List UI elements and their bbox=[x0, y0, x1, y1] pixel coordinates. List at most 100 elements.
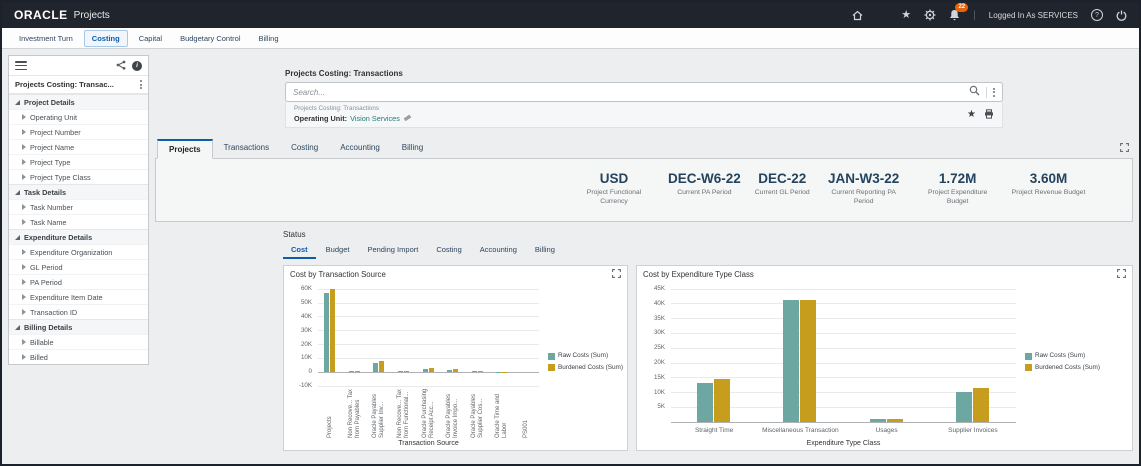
home-icon[interactable] bbox=[852, 10, 863, 21]
y-axis-tick-label: -10K bbox=[298, 382, 312, 390]
sidebar-section-expenditure-details[interactable]: Expenditure Details bbox=[9, 229, 148, 244]
sidebar-item-label: Expenditure Organization bbox=[30, 247, 113, 257]
search-icon[interactable] bbox=[969, 83, 980, 101]
section-expanded-icon bbox=[15, 99, 20, 105]
legend-swatch bbox=[1025, 352, 1032, 360]
navigator-menu-icon[interactable] bbox=[876, 11, 888, 20]
bar-burdened-costs-sum-straight-time[interactable] bbox=[714, 378, 731, 422]
tab-projects[interactable]: Projects bbox=[157, 139, 213, 159]
section-expanded-icon bbox=[15, 189, 20, 195]
chart-cost-by-expenditure-type-class: Cost by Expenditure Type Class 45K 40K 35K… bbox=[636, 264, 1133, 451]
bar-raw-costs-sum-non-recove-tax-from-payables[interactable] bbox=[348, 370, 354, 372]
bar-raw-costs-sum-supplier-invoices[interactable] bbox=[955, 392, 972, 422]
sidebar-section-project-details[interactable]: Project Details bbox=[9, 94, 148, 109]
y-axis-tick-label: 25K bbox=[653, 344, 665, 352]
favorite-search-star-icon[interactable]: ★ bbox=[967, 109, 976, 120]
nav-tab-budgetary-control[interactable]: Budgetary Control bbox=[173, 31, 247, 46]
bar-raw-costs-sum-oracle-payables-supplier-cos[interactable] bbox=[471, 370, 477, 372]
nav-tab-capital[interactable]: Capital bbox=[132, 31, 169, 46]
printer-icon[interactable] bbox=[984, 106, 994, 124]
clear-filter-icon[interactable] bbox=[403, 113, 412, 124]
sidebar-item-project-type-class[interactable]: Project Type Class bbox=[9, 169, 148, 184]
sidebar-item-project-type[interactable]: Project Type bbox=[9, 154, 148, 169]
nav-tab-investment-turn[interactable]: Investment Turn bbox=[12, 31, 80, 46]
expand-arrow-icon bbox=[22, 174, 26, 180]
bar-raw-costs-sum-usages[interactable] bbox=[869, 418, 886, 422]
expand-arrow-icon bbox=[22, 144, 26, 150]
chart-expand-icon[interactable] bbox=[612, 265, 621, 283]
sidebar-item-gl-period[interactable]: GL Period bbox=[9, 259, 148, 274]
bar-burdened-costs-sum-non-recove-tax-from-functional[interactable] bbox=[403, 371, 409, 373]
nav-tab-costing[interactable]: Costing bbox=[83, 29, 128, 47]
info-icon[interactable]: i bbox=[132, 60, 142, 71]
chart-expand-icon[interactable] bbox=[1117, 265, 1126, 283]
bar-burdened-costs-sum-oracle-payables-supplier-cos[interactable] bbox=[477, 370, 483, 372]
expand-arrow-icon bbox=[22, 204, 26, 210]
sidebar-item-task-number[interactable]: Task Number bbox=[9, 199, 148, 214]
sub-tab-pending-import[interactable]: Pending Import bbox=[359, 242, 426, 259]
sub-tab-accounting[interactable]: Accounting bbox=[472, 242, 525, 259]
sidebar-item-billable[interactable]: Billable bbox=[9, 334, 148, 349]
bar-raw-costs-sum-miscellaneous-transaction[interactable] bbox=[783, 300, 800, 422]
sidebar-menu-icon[interactable] bbox=[15, 61, 27, 70]
sidebar-item-project-name[interactable]: Project Name bbox=[9, 139, 148, 154]
tab-costing[interactable]: Costing bbox=[280, 139, 329, 159]
bar-burdened-costs-sum-oracle-time-and-labor[interactable] bbox=[502, 371, 508, 373]
bar-burdened-costs-sum-oracle-payables-invoice-impo[interactable] bbox=[453, 369, 459, 372]
sidebar-item-project-number[interactable]: Project Number bbox=[9, 124, 148, 139]
search-input[interactable]: Search... bbox=[285, 82, 1003, 102]
kpi-label: Project Revenue Budget bbox=[1011, 189, 1086, 196]
bar-burdened-costs-sum-oracle-purchasing-receipt-acc[interactable] bbox=[428, 368, 434, 372]
bar-burdened-costs-sum-usages[interactable] bbox=[886, 418, 903, 422]
legend-label: Raw Costs (Sum) bbox=[1035, 352, 1086, 360]
y-axis-tick-label: 45K bbox=[653, 285, 665, 293]
kpi-label: Project Functional Currency bbox=[586, 189, 642, 205]
bar-burdened-costs-sum-oracle-payables-supplier-inv[interactable] bbox=[379, 361, 385, 372]
bar-burdened-costs-sum-non-recove-tax-from-payables[interactable] bbox=[354, 370, 360, 372]
bar-raw-costs-sum-oracle-purchasing-receipt-acc[interactable] bbox=[422, 368, 428, 372]
expand-region-icon[interactable] bbox=[1120, 143, 1129, 152]
sidebar-item-expenditure-item-date[interactable]: Expenditure Item Date bbox=[9, 289, 148, 304]
sub-tab-cost[interactable]: Cost bbox=[283, 242, 316, 259]
kpi-row: USD Project Functional Currency DEC-W6-22 C… bbox=[156, 171, 1132, 207]
sidebar-toolbar: i bbox=[9, 56, 148, 76]
sidebar-item-pa-period[interactable]: PA Period bbox=[9, 274, 148, 289]
bar-raw-costs-sum-oracle-payables-supplier-inv[interactable] bbox=[373, 363, 379, 372]
bar-burdened-costs-sum-projects[interactable] bbox=[330, 288, 336, 372]
sidebar-section-billing-details[interactable]: Billing Details bbox=[9, 319, 148, 334]
tab-transactions[interactable]: Transactions bbox=[213, 139, 281, 159]
share-icon[interactable] bbox=[116, 57, 126, 75]
notifications-bell-icon[interactable]: 22 bbox=[949, 3, 969, 21]
sidebar-item-operating-unit[interactable]: Operating Unit bbox=[9, 109, 148, 124]
kpi-project-expenditure-budget: 1.72M Project Expenditure Budget bbox=[918, 171, 998, 207]
sidebar-item-transaction-id[interactable]: Transaction ID bbox=[9, 304, 148, 319]
bar-raw-costs-sum-non-recove-tax-from-functional[interactable] bbox=[397, 371, 403, 373]
sidebar-kebab-icon[interactable] bbox=[140, 80, 142, 89]
x-axis-category-label: Oracle Purchasing Receipt Acc... bbox=[421, 388, 435, 438]
bar-raw-costs-sum-projects[interactable] bbox=[324, 292, 330, 372]
bar-raw-costs-sum-oracle-time-and-labor[interactable] bbox=[496, 371, 502, 373]
sidebar-item-expenditure-organization[interactable]: Expenditure Organization bbox=[9, 244, 148, 259]
filter-value[interactable]: Vision Services bbox=[350, 114, 400, 123]
help-icon[interactable]: ? bbox=[1091, 9, 1103, 21]
sign-out-power-icon[interactable] bbox=[1116, 10, 1127, 21]
sidebar-item-task-name[interactable]: Task Name bbox=[9, 214, 148, 229]
favorites-star-icon[interactable]: ★ bbox=[901, 9, 911, 21]
search-options-kebab-icon[interactable] bbox=[993, 87, 995, 97]
sub-tab-billing[interactable]: Billing bbox=[527, 242, 563, 259]
sub-tab-budget[interactable]: Budget bbox=[318, 242, 358, 259]
bar-burdened-costs-sum-supplier-invoices[interactable] bbox=[972, 387, 989, 422]
y-axis-tick-label: 10K bbox=[300, 354, 312, 362]
settings-gear-icon[interactable] bbox=[924, 9, 936, 21]
sidebar-item-billed[interactable]: Billed bbox=[9, 349, 148, 364]
bar-burdened-costs-sum-miscellaneous-transaction[interactable] bbox=[800, 300, 817, 422]
bar-raw-costs-sum-straight-time[interactable] bbox=[697, 383, 714, 422]
tab-accounting[interactable]: Accounting bbox=[329, 139, 391, 159]
tab-billing[interactable]: Billing bbox=[391, 139, 434, 159]
bar-raw-costs-sum-oracle-payables-invoice-impo[interactable] bbox=[447, 369, 453, 372]
sub-tab-costing[interactable]: Costing bbox=[428, 242, 469, 259]
sidebar-section-task-details[interactable]: Task Details bbox=[9, 184, 148, 199]
gridline bbox=[671, 362, 1016, 364]
expand-arrow-icon bbox=[22, 264, 26, 270]
nav-tab-billing[interactable]: Billing bbox=[252, 31, 286, 46]
